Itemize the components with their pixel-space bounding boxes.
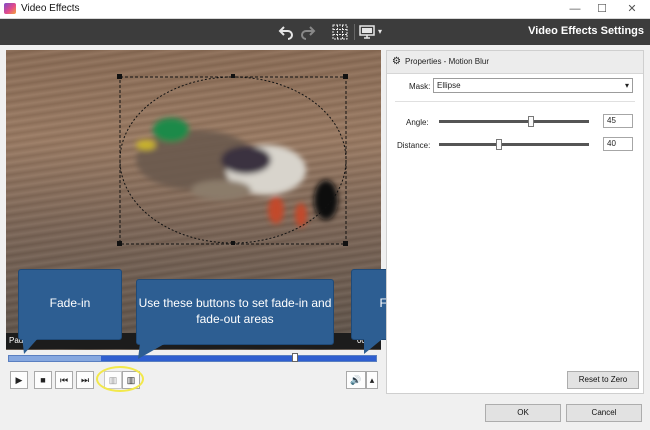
- callout-buttons: Use these buttons to set fade-in and fad…: [136, 279, 334, 345]
- play-button[interactable]: ▶: [10, 371, 28, 389]
- ok-button[interactable]: OK: [485, 404, 561, 422]
- maximize-button[interactable]: ☐: [587, 0, 617, 18]
- gear-icon: ⚙: [392, 56, 401, 67]
- previous-frame-button[interactable]: ⏮: [55, 371, 73, 389]
- angle-label: Angle:: [406, 118, 429, 127]
- properties-title: Properties - Motion Blur: [405, 57, 490, 66]
- app-logo-icon: [4, 3, 16, 14]
- playhead-handle[interactable]: [292, 353, 299, 362]
- properties-panel: ⚙ Properties - Motion Blur Mask: Ellipse…: [386, 50, 644, 394]
- volume-button[interactable]: 🔊: [346, 371, 366, 389]
- minimize-button[interactable]: —: [560, 0, 590, 18]
- callout-fade-in: Fade-in: [18, 269, 122, 340]
- volume-menu-button[interactable]: ▴: [366, 371, 378, 389]
- angle-slider[interactable]: [439, 120, 589, 123]
- next-frame-button[interactable]: ⏭: [76, 371, 94, 389]
- reset-to-zero-button[interactable]: Reset to Zero: [567, 371, 639, 389]
- highlight-circle: [96, 366, 144, 392]
- callout-buttons-pointer: [138, 343, 166, 359]
- window-title: Video Effects: [21, 3, 80, 14]
- settings-title: Video Effects Settings: [528, 25, 644, 37]
- cancel-button[interactable]: Cancel: [566, 404, 642, 422]
- toolbar-separator: [354, 24, 355, 40]
- monitor-dropdown-icon[interactable]: ▾: [374, 22, 386, 42]
- grid-icon[interactable]: [330, 22, 350, 42]
- divider: [395, 101, 635, 102]
- distance-input[interactable]: 40: [603, 137, 633, 151]
- mask-select[interactable]: Ellipse ▾: [433, 78, 633, 93]
- properties-header: ⚙ Properties - Motion Blur: [387, 51, 643, 74]
- toolbar: ▾ Video Effects Settings: [0, 19, 650, 45]
- angle-slider-thumb[interactable]: [527, 116, 534, 127]
- redo-icon[interactable]: [298, 22, 318, 42]
- callout-fade-in-pointer: [22, 336, 40, 354]
- distance-slider[interactable]: [439, 143, 589, 146]
- mask-select-value: Ellipse: [437, 81, 461, 90]
- timeline-bar[interactable]: [8, 353, 377, 362]
- close-button[interactable]: ✕: [617, 0, 647, 18]
- duck-image: [136, 118, 338, 227]
- chevron-down-icon: ▾: [624, 81, 629, 90]
- undo-icon[interactable]: [276, 22, 296, 42]
- title-bar: Video Effects — ☐ ✕: [0, 0, 650, 19]
- mask-label: Mask:: [409, 82, 431, 91]
- stop-button[interactable]: ■: [34, 371, 52, 389]
- distance-slider-thumb[interactable]: [496, 139, 502, 150]
- distance-label: Distance:: [397, 141, 431, 150]
- fade-in-region: [9, 356, 101, 361]
- angle-input[interactable]: 45: [603, 114, 633, 128]
